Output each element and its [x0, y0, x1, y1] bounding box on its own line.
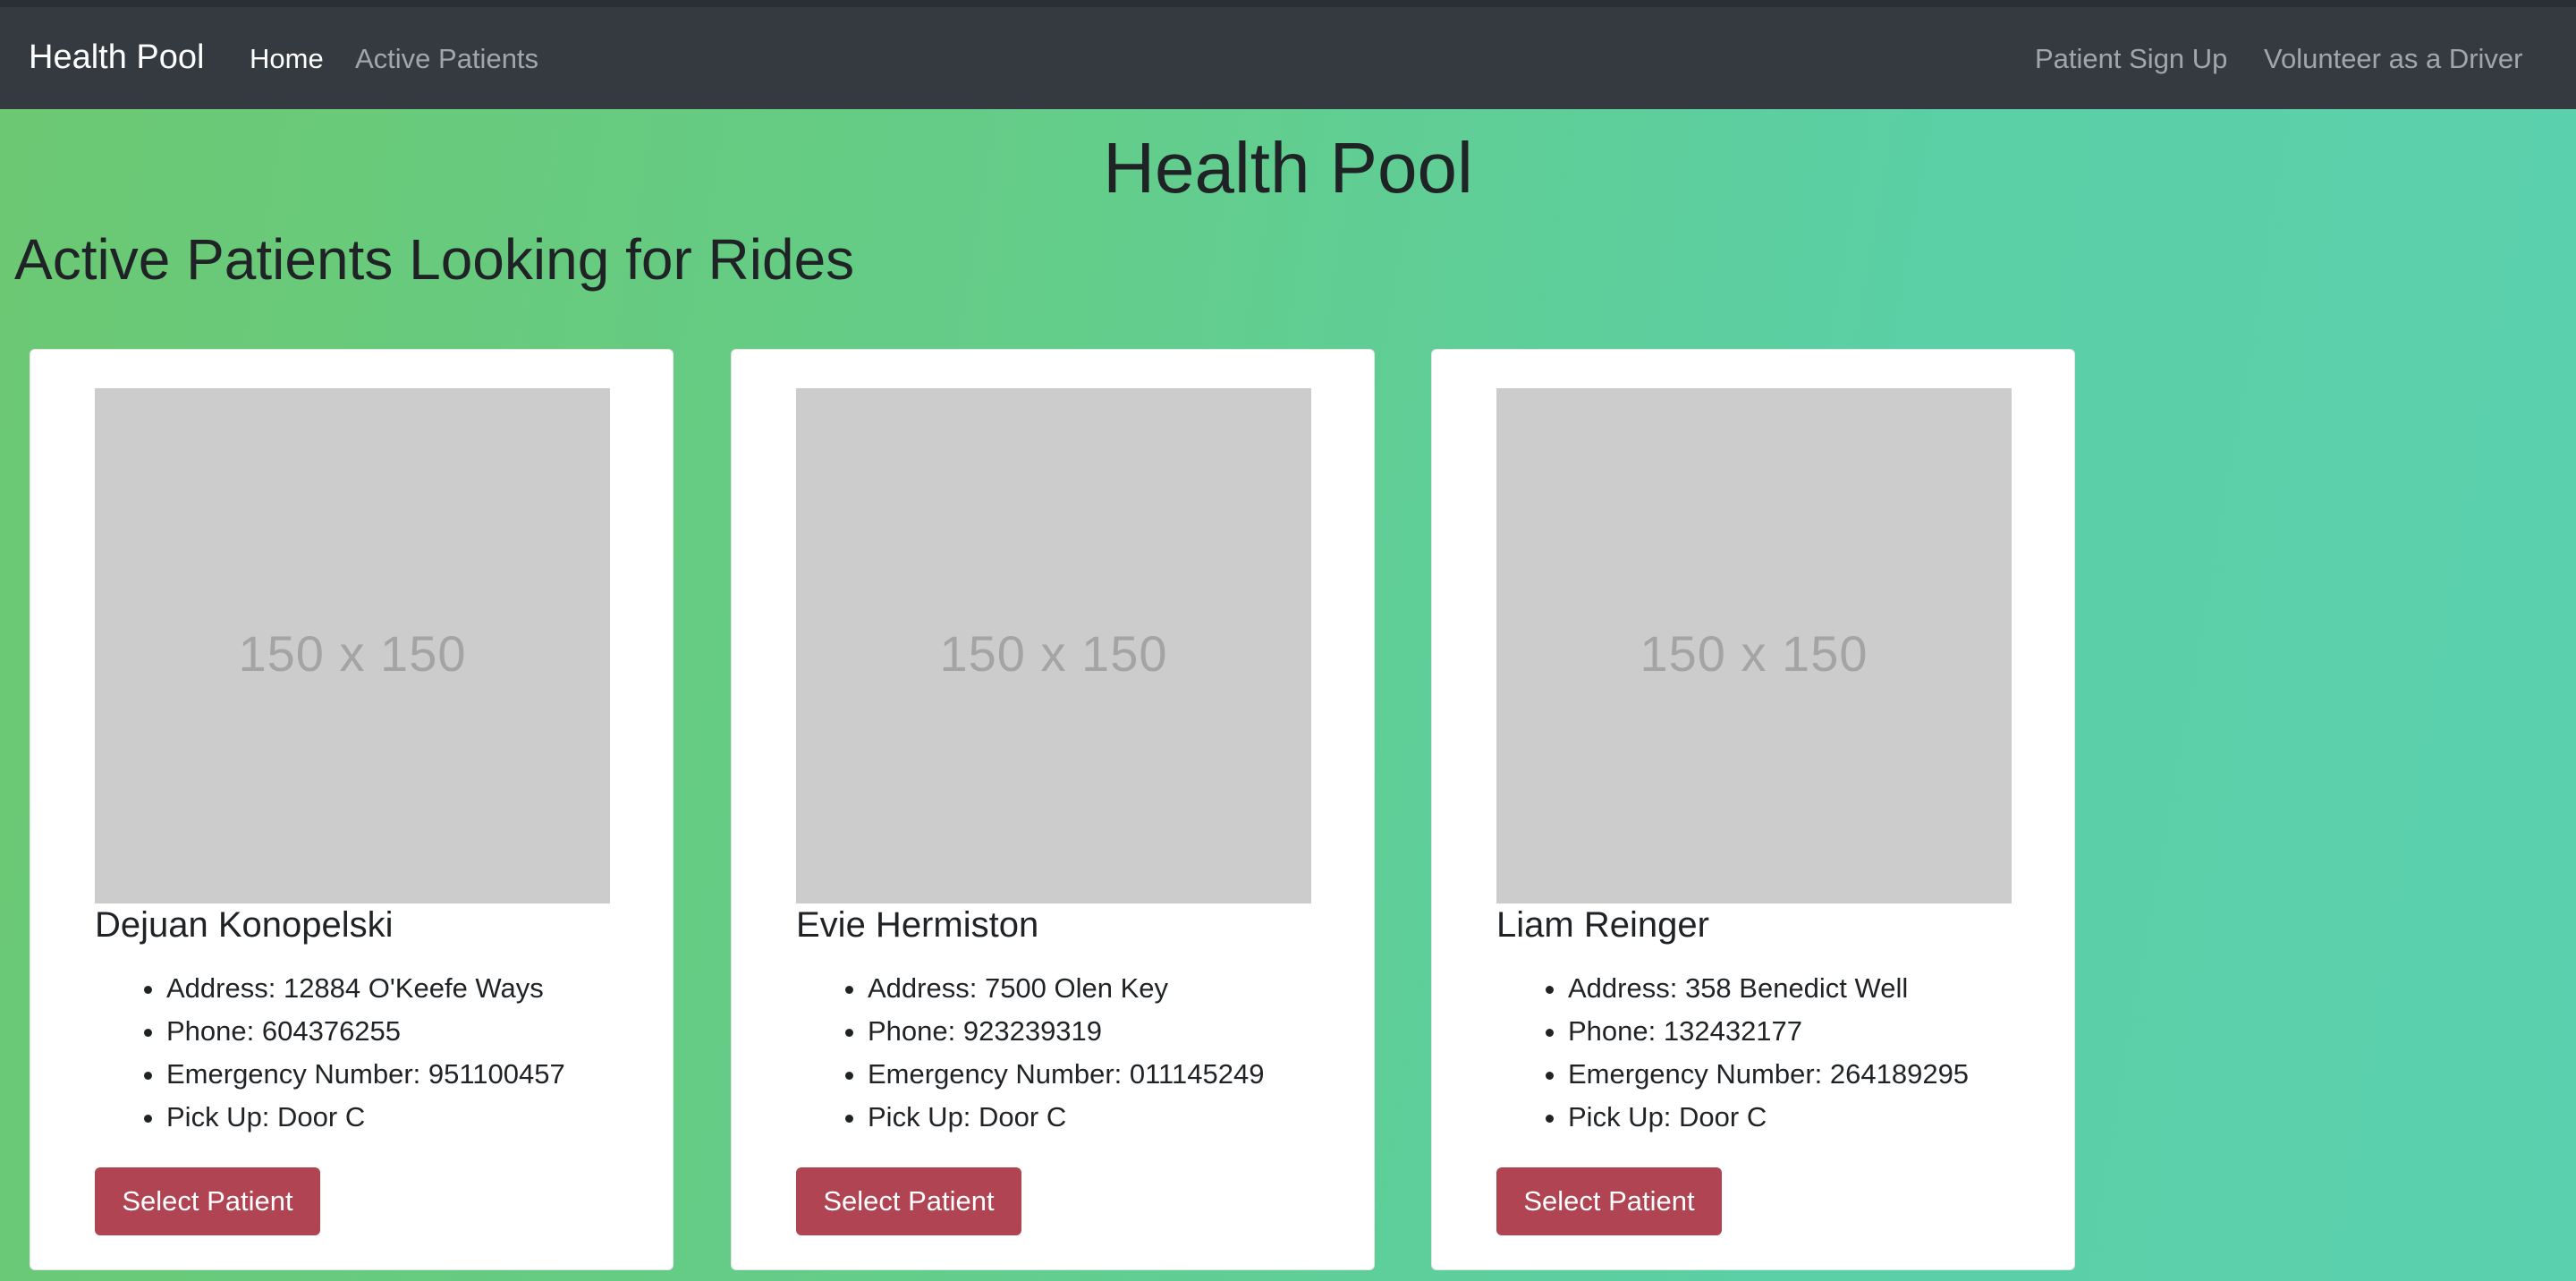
nav-link-home[interactable]: Home — [250, 41, 324, 77]
patient-pickup: Pick Up: Door C — [868, 1096, 1264, 1139]
patient-name: Evie Hermiston — [796, 905, 1039, 945]
navbar: Health Pool Home Active Patients Patient… — [0, 7, 2576, 109]
nav-link-patient-sign-up[interactable]: Patient Sign Up — [2035, 41, 2227, 77]
patient-details-list: Address: 358 Benedict Well Phone: 132432… — [1496, 967, 1969, 1139]
patient-emergency-number: Emergency Number: 951100457 — [166, 1053, 565, 1096]
patient-address: Address: 12884 O'Keefe Ways — [166, 967, 565, 1010]
patient-name: Liam Reinger — [1496, 905, 1709, 945]
patient-image-placeholder: 150 x 150 — [796, 388, 1311, 903]
patient-image-placeholder: 150 x 150 — [1496, 388, 2012, 903]
section-title: Active Patients Looking for Rides — [14, 227, 855, 292]
patient-phone: Phone: 604376255 — [166, 1010, 565, 1053]
placeholder-size-label: 150 x 150 — [1640, 624, 1868, 682]
patient-address: Address: 358 Benedict Well — [1568, 967, 1969, 1010]
placeholder-size-label: 150 x 150 — [939, 624, 1168, 682]
patient-address: Address: 7500 Olen Key — [868, 967, 1264, 1010]
patient-phone: Phone: 132432177 — [1568, 1010, 1969, 1053]
patient-pickup: Pick Up: Door C — [166, 1096, 565, 1139]
patient-card: 150 x 150 Evie Hermiston Address: 7500 O… — [731, 349, 1375, 1270]
patient-pickup: Pick Up: Door C — [1568, 1096, 1969, 1139]
nav-link-volunteer-driver[interactable]: Volunteer as a Driver — [2264, 41, 2522, 77]
patient-phone: Phone: 923239319 — [868, 1010, 1264, 1053]
patient-emergency-number: Emergency Number: 264189295 — [1568, 1053, 1969, 1096]
patient-card: 150 x 150 Liam Reinger Address: 358 Bene… — [1431, 349, 2075, 1270]
select-patient-button[interactable]: Select Patient — [1496, 1167, 1722, 1235]
brand-link[interactable]: Health Pool — [29, 36, 204, 79]
patient-name: Dejuan Konopelski — [95, 905, 394, 945]
nav-link-active-patients[interactable]: Active Patients — [355, 41, 538, 77]
patient-image-placeholder: 150 x 150 — [95, 388, 610, 903]
placeholder-size-label: 150 x 150 — [238, 624, 467, 682]
patient-details-list: Address: 7500 Olen Key Phone: 923239319 … — [796, 967, 1264, 1139]
window-top-edge — [0, 0, 2576, 7]
patient-details-list: Address: 12884 O'Keefe Ways Phone: 60437… — [95, 967, 565, 1139]
patient-emergency-number: Emergency Number: 011145249 — [868, 1053, 1264, 1096]
patient-card: 150 x 150 Dejuan Konopelski Address: 128… — [30, 349, 674, 1270]
select-patient-button[interactable]: Select Patient — [796, 1167, 1021, 1235]
select-patient-button[interactable]: Select Patient — [95, 1167, 320, 1235]
page-title: Health Pool — [1103, 128, 1473, 208]
